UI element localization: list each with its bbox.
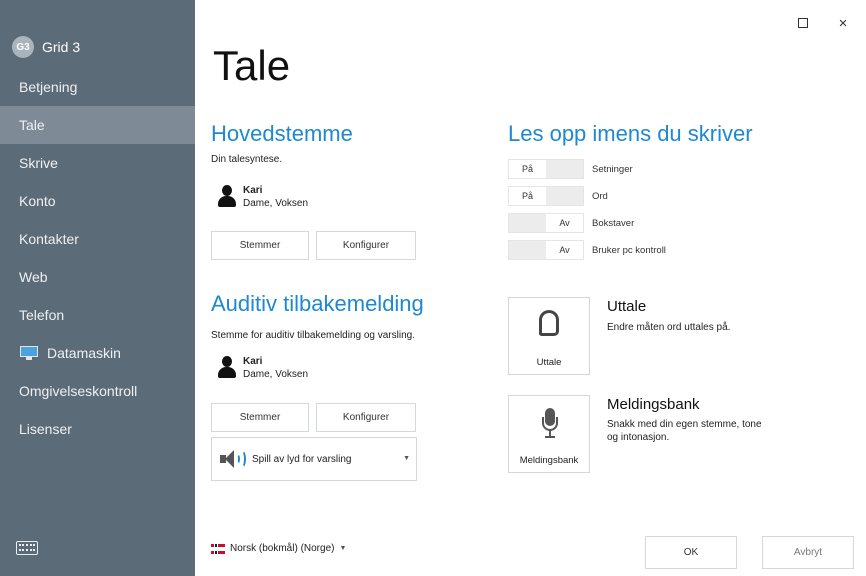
- toggle-off-segment: [546, 187, 583, 205]
- sidebar-item-label: Telefon: [19, 307, 65, 323]
- notification-sound-dropdown[interactable]: Spill av lyd for varsling ▼: [211, 437, 417, 481]
- auditory-description: Stemme for auditiv tilbakemelding og var…: [211, 330, 415, 341]
- main-voice-name: Kari: [243, 185, 263, 196]
- close-icon: ×: [838, 14, 848, 32]
- toggle-label-bokstaver: Bokstaver: [592, 217, 635, 229]
- speaker-icon: [220, 449, 246, 469]
- maximize-button[interactable]: [794, 14, 812, 32]
- toggle-off-segment: Av: [559, 218, 570, 228]
- sidebar-item-omgivelseskontroll[interactable]: Omgivelseskontroll: [0, 372, 195, 410]
- toggle-row-setninger: På Setninger: [508, 159, 633, 179]
- sidebar-item-lisenser[interactable]: Lisenser: [0, 410, 195, 448]
- pronunciation-tile-label: Uttale: [536, 357, 562, 368]
- microphone-icon: [539, 408, 561, 440]
- language-label: Norsk (bokmål) (Norge): [230, 543, 335, 554]
- keyboard-icon[interactable]: [16, 541, 38, 555]
- auditory-voice-info: Kari Dame, Voksen: [217, 355, 308, 381]
- sidebar-item-konto[interactable]: Konto: [0, 182, 195, 220]
- main-voice-title: Hovedstemme: [211, 121, 353, 146]
- main-voice-info: Kari Dame, Voksen: [217, 184, 308, 210]
- toggle-row-bruker-pc-kontroll: Av Bruker pc kontroll: [508, 240, 666, 260]
- person-icon: [217, 184, 237, 208]
- sidebar-item-label: Tale: [19, 117, 45, 133]
- auditory-voice-detail: Dame, Voksen: [243, 369, 309, 380]
- pronunciation-title: Uttale: [607, 298, 647, 315]
- toggle-off-segment: Av: [559, 245, 570, 255]
- sidebar-item-kontakter[interactable]: Kontakter: [0, 220, 195, 258]
- sidebar-item-betjening[interactable]: Betjening: [0, 68, 195, 106]
- main-configure-button[interactable]: Konfigurer: [316, 231, 416, 260]
- toggle-bokstaver[interactable]: Av: [508, 213, 584, 233]
- close-button[interactable]: ×: [834, 14, 852, 32]
- toggle-row-bokstaver: Av Bokstaver: [508, 213, 634, 233]
- toggle-off-segment: [546, 160, 583, 178]
- sidebar-item-label: Betjening: [19, 79, 78, 95]
- sidebar-nav: Betjening Tale Skrive Konto Kontakter We…: [0, 68, 195, 448]
- sidebar-item-label: Lisenser: [19, 421, 72, 437]
- sidebar-item-label: Skrive: [19, 155, 58, 171]
- auditory-voice-name: Kari: [243, 356, 263, 367]
- ok-button[interactable]: OK: [645, 536, 737, 569]
- pronunciation-description: Endre måten ord uttales på.: [607, 322, 731, 333]
- toggle-on-segment: [509, 241, 546, 259]
- read-aloud-title: Les opp imens du skriver: [508, 121, 753, 146]
- pronunciation-tile[interactable]: Uttale: [508, 297, 590, 375]
- toggle-on-segment: [509, 214, 546, 232]
- main-voice-description: Din talesyntese.: [211, 154, 283, 165]
- toggle-ord[interactable]: På: [508, 186, 584, 206]
- toggle-label-bruker-pc-kontroll: Bruker pc kontroll: [592, 244, 666, 256]
- page-title: Tale: [213, 42, 291, 89]
- sidebar-item-telefon[interactable]: Telefon: [0, 296, 195, 334]
- toggle-setninger[interactable]: På: [508, 159, 584, 179]
- toggle-on-segment: På: [521, 191, 533, 201]
- toggle-on-segment: På: [521, 164, 533, 174]
- main-voice-detail: Dame, Voksen: [243, 198, 309, 209]
- toggle-label-setninger: Setninger: [592, 163, 633, 175]
- maximize-icon: [798, 18, 808, 28]
- message-bank-description: Snakk med din egen stemme, tone og inton…: [607, 419, 762, 443]
- person-icon: [217, 355, 237, 379]
- message-bank-tile[interactable]: Meldingsbank: [508, 395, 590, 473]
- sidebar-item-web[interactable]: Web: [0, 258, 195, 296]
- message-bank-title: Meldingsbank: [607, 396, 700, 413]
- language-selector[interactable]: Norsk (bokmål) (Norge) ▼: [211, 543, 346, 554]
- app-title: Grid 3: [42, 39, 81, 55]
- monitor-icon: [19, 345, 39, 361]
- toggle-row-ord: På Ord: [508, 186, 608, 206]
- sidebar-item-skrive[interactable]: Skrive: [0, 144, 195, 182]
- main-voices-button[interactable]: Stemmer: [211, 231, 309, 260]
- sidebar-item-label: Konto: [19, 193, 56, 209]
- chevron-down-icon: ▼: [339, 545, 347, 552]
- auditory-title: Auditiv tilbakemelding: [211, 291, 424, 316]
- auditory-configure-button[interactable]: Konfigurer: [316, 403, 416, 432]
- cancel-button[interactable]: Avbryt: [762, 536, 854, 569]
- sidebar: G3 Grid 3 Betjening Tale Skrive Konto Ko…: [0, 0, 195, 576]
- sidebar-item-label: Kontakter: [19, 231, 79, 247]
- norway-flag-icon: [211, 543, 225, 554]
- sidebar-item-label: Omgivelseskontroll: [19, 383, 138, 399]
- sidebar-item-datamaskin[interactable]: Datamaskin: [0, 334, 195, 372]
- auditory-voices-button[interactable]: Stemmer: [211, 403, 309, 432]
- toggle-label-ord: Ord: [592, 190, 608, 202]
- toggle-bruker-pc-kontroll[interactable]: Av: [508, 240, 584, 260]
- sidebar-item-label: Web: [19, 269, 48, 285]
- sidebar-item-label: Datamaskin: [47, 345, 121, 361]
- ear-icon: [539, 310, 559, 336]
- dropdown-value: Spill av lyd for varsling: [252, 453, 352, 465]
- chevron-down-icon: ▼: [403, 455, 410, 462]
- app-header: G3 Grid 3: [12, 36, 80, 58]
- sidebar-item-tale[interactable]: Tale: [0, 106, 195, 144]
- app-logo: G3: [12, 36, 34, 58]
- message-bank-tile-label: Meldingsbank: [519, 455, 579, 466]
